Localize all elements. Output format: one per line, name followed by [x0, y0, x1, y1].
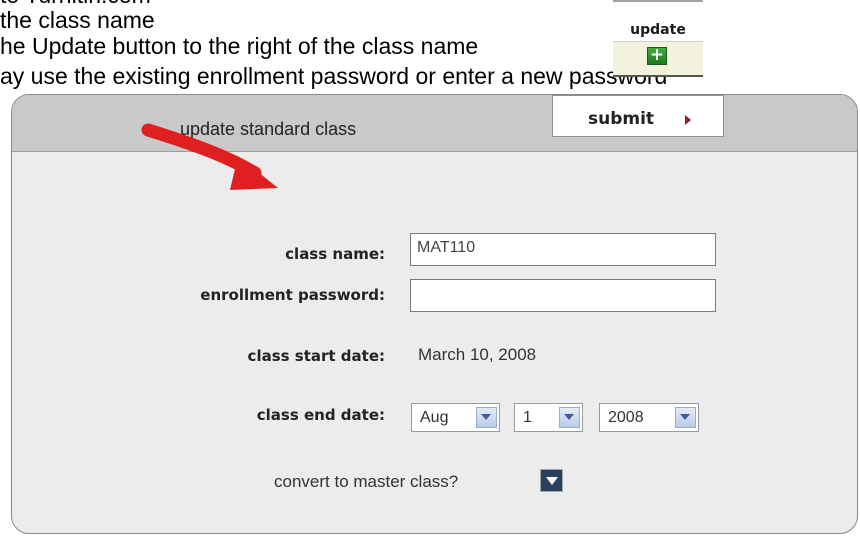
enrollment-password-label: enrollment password: — [200, 286, 385, 304]
instruction-line-3: he Update button to the right of the cla… — [0, 33, 479, 59]
submit-label: submit — [588, 109, 655, 129]
submit-button[interactable]: submit — [552, 95, 724, 137]
class-start-date-value: March 10, 2008 — [418, 345, 537, 364]
end-year-select[interactable]: 2008 — [599, 403, 699, 432]
chevron-down-icon[interactable] — [476, 407, 497, 428]
annotation-arrow-icon — [141, 123, 278, 190]
instruction-line-2: the class name — [0, 7, 155, 33]
update-column: update + — [613, 0, 703, 77]
end-month-value: Aug — [420, 409, 449, 426]
class-name-label: class name: — [285, 245, 385, 263]
end-year-value: 2008 — [608, 409, 644, 426]
update-button[interactable]: + — [647, 45, 667, 65]
update-underline — [613, 75, 703, 77]
convert-master-class-label: convert to master class? — [274, 472, 459, 491]
end-day-select[interactable]: 1 — [514, 403, 583, 432]
plus-icon: + — [649, 45, 665, 65]
class-start-date-label: class start date: — [247, 347, 385, 365]
enrollment-password-input[interactable] — [410, 279, 716, 312]
class-end-date-label: class end date: — [256, 406, 385, 424]
chevron-down-icon[interactable] — [675, 407, 696, 428]
submit-arrow-icon — [685, 115, 691, 125]
end-day-value: 1 — [523, 409, 532, 426]
class-name-input[interactable]: MAT110 — [410, 233, 716, 266]
convert-master-class-toggle[interactable] — [540, 469, 563, 492]
update-column-header: update — [630, 22, 686, 38]
update-column-border — [613, 0, 703, 2]
end-month-select[interactable]: Aug — [411, 403, 500, 432]
chevron-down-icon[interactable] — [559, 407, 580, 428]
instruction-line-4: ay use the existing enrollment password … — [0, 63, 668, 89]
